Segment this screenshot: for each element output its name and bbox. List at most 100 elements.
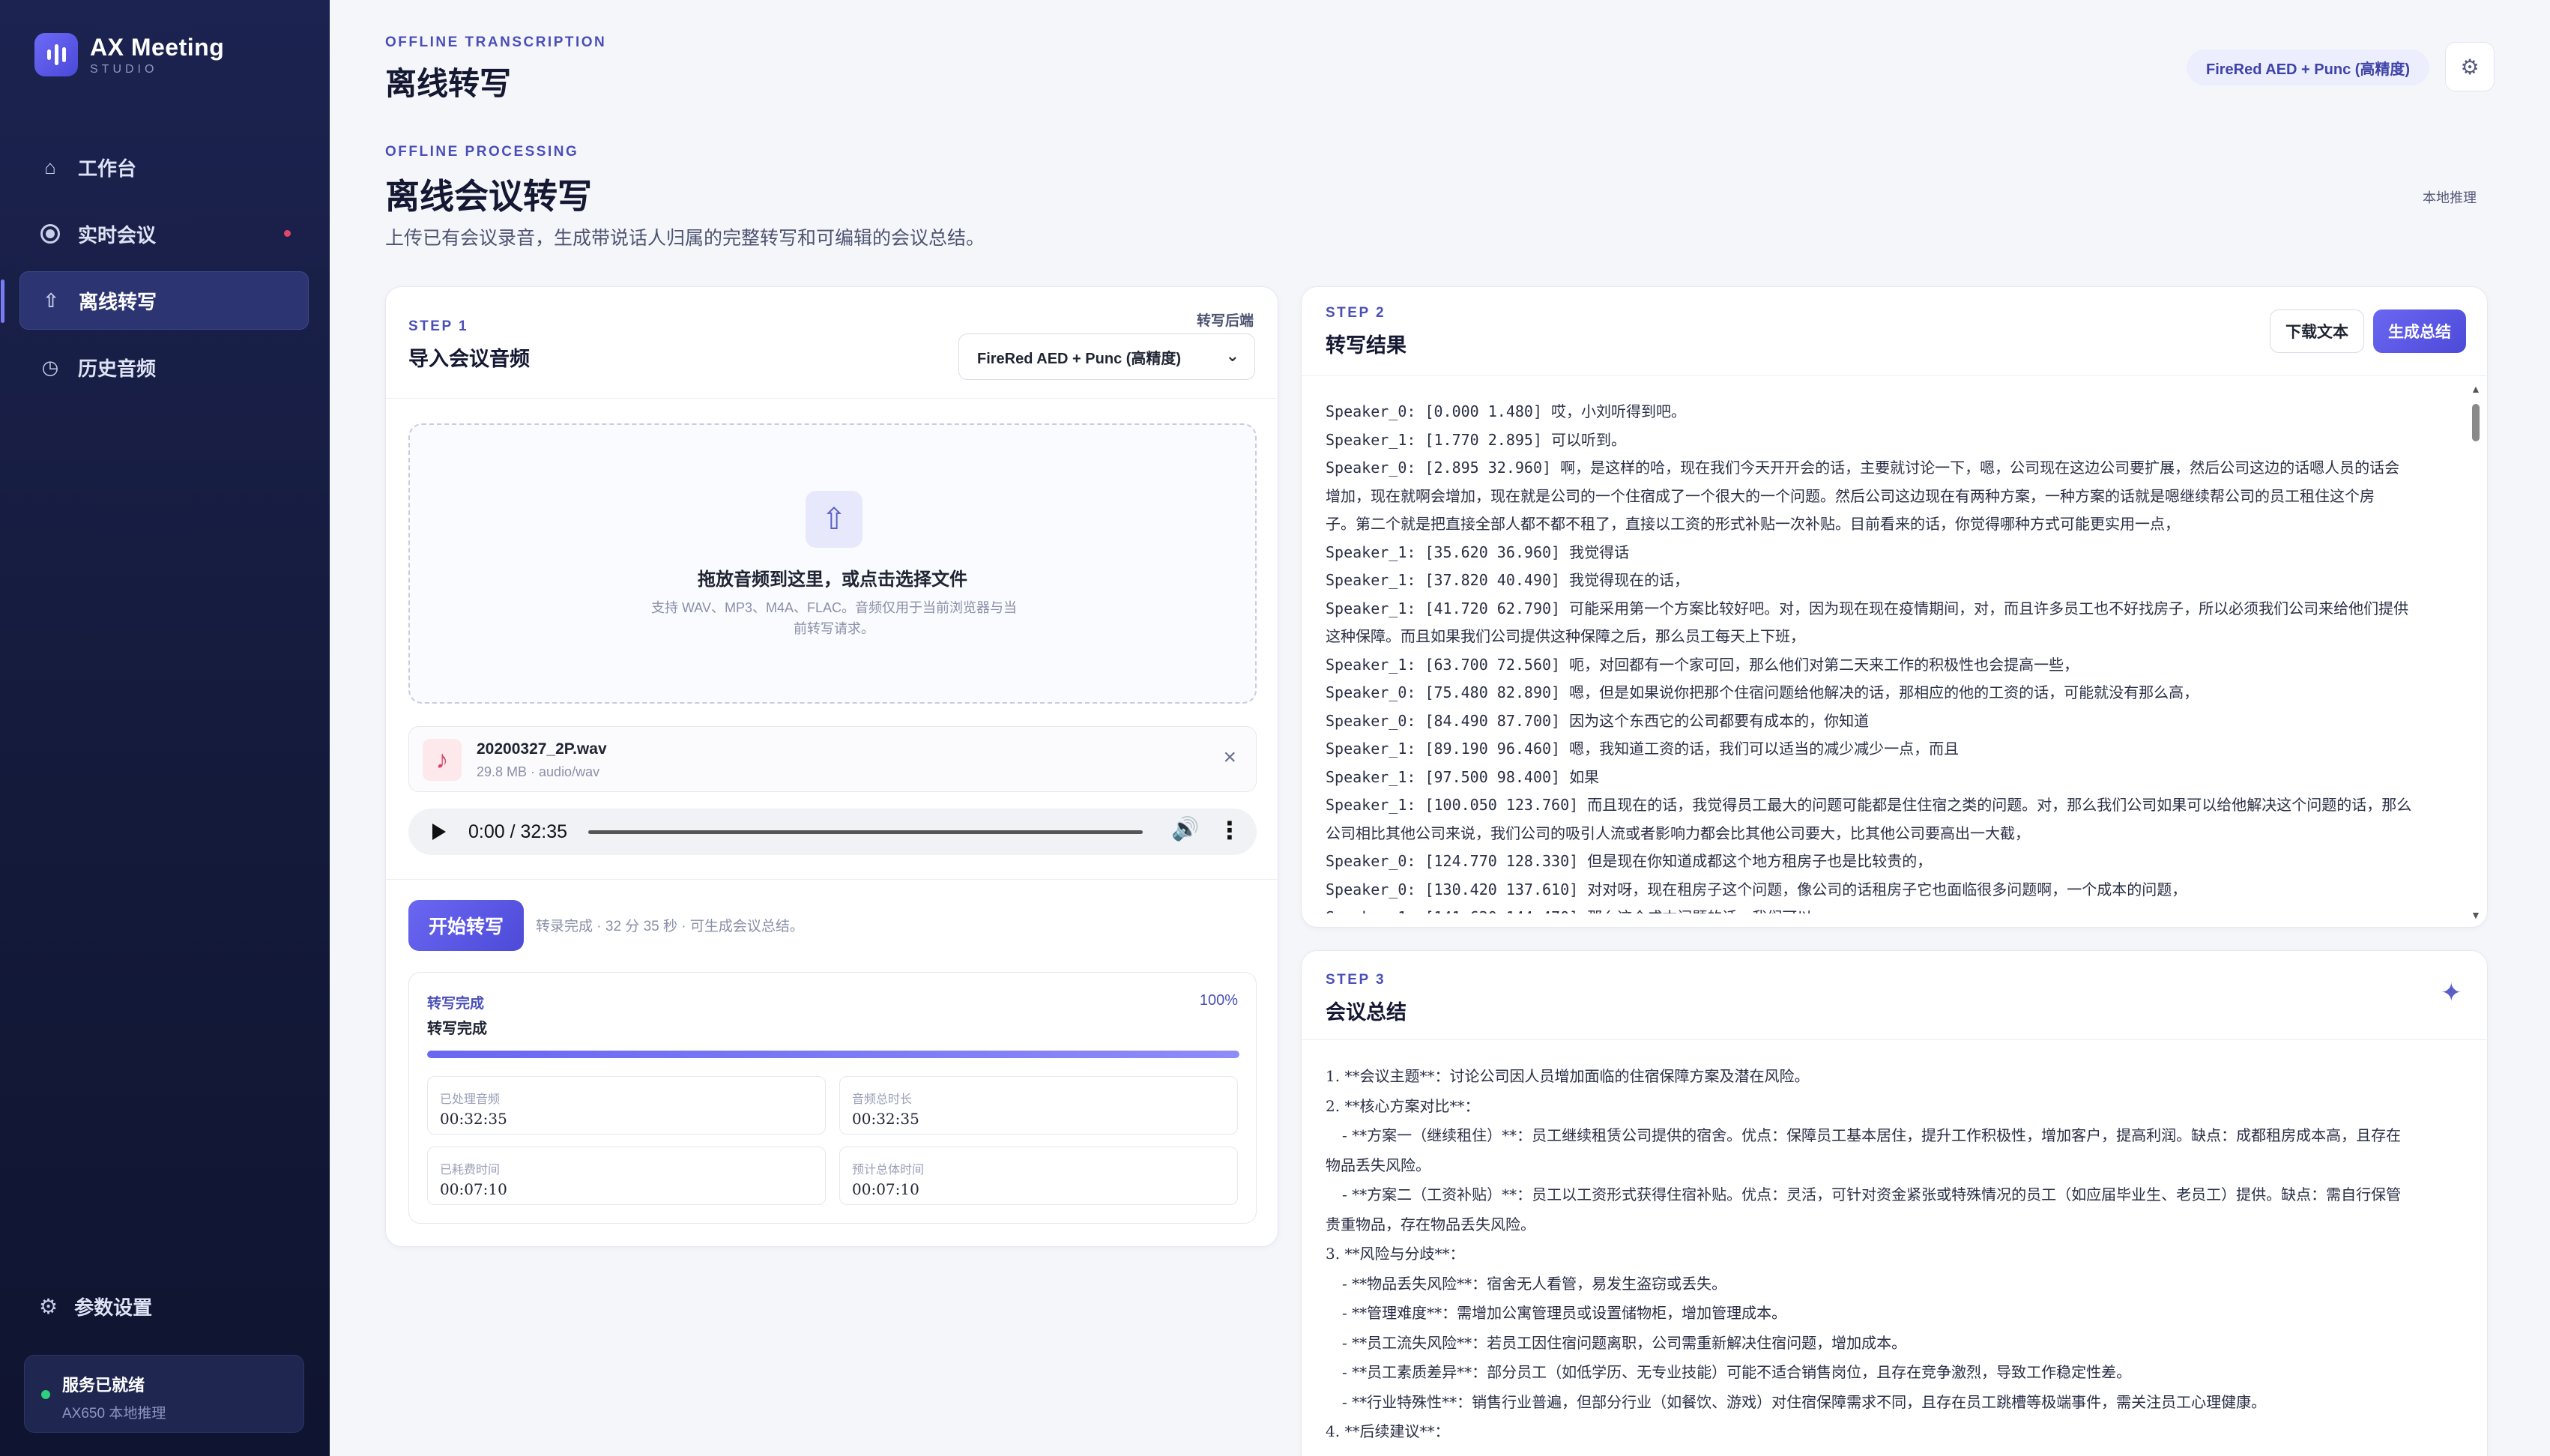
music-note-icon: ♪ xyxy=(423,739,462,781)
speaker-timestamp: Speaker_0: [0.000 1.480] xyxy=(1326,402,1552,420)
chevron-down-icon: ⌄ xyxy=(1225,346,1239,365)
sidebar-item-history-audio[interactable]: ◷ 历史音频 xyxy=(19,338,309,396)
audio-dropzone[interactable]: ⇧ 拖放音频到这里，或点击选择文件 支持 WAV、MP3、M4A、FLAC。音频… xyxy=(408,423,1257,704)
backend-label: 转写后端 xyxy=(1197,313,1254,329)
transcript-line: Speaker_0: [130.420 137.610] 对对呀，现在租房子这个… xyxy=(1326,876,2453,904)
intro-eyebrow: OFFLINE PROCESSING xyxy=(385,144,579,160)
summary-line: - **方案二（工资补贴）**：员工以工资形式获得住宿补贴。优点：灵活，可针对资… xyxy=(1342,1185,2402,1203)
speaker-timestamp: Speaker_1: [100.050 123.760] xyxy=(1326,796,1588,814)
speaker-timestamp: Speaker_0: [84.490 87.700] xyxy=(1326,711,1570,730)
audio-seek-bar[interactable] xyxy=(588,830,1143,834)
transcript-text[interactable]: Speaker_0: [0.000 1.480] 哎，小刘听得到吧。 Speake… xyxy=(1326,398,2453,913)
stat-total-duration: 音频总时长 00:32:35 xyxy=(839,1076,1238,1135)
more-options-icon[interactable]: ⋮ xyxy=(1218,816,1242,845)
upload-icon: ⇧ xyxy=(43,289,59,312)
download-text-button[interactable]: 下载文本 xyxy=(2270,309,2364,353)
transcript-line: 增加，现在就啊会增加，现在就是公司的一个住宿成了一个很大的一个问题。然后公司这边… xyxy=(1326,483,2453,511)
transcript-line-text: 公司相比其他公司来说，我们公司的吸引人流或者影响力都会比其他公司要大，比其他公司… xyxy=(1326,824,2030,842)
sidebar-item-label: 参数设置 xyxy=(74,1296,153,1319)
transcript-line-text: 哎，小刘听得到吧。 xyxy=(1551,402,1687,420)
divider xyxy=(386,879,1279,880)
backend-select[interactable]: FireRed AED + Punc (高精度) ⌄ xyxy=(958,333,1255,380)
scroll-up-icon[interactable]: ▲ xyxy=(2471,383,2481,395)
stat-label: 已处理音频 xyxy=(440,1093,501,1106)
transcript-line-text: 增加，现在就啊会增加，现在就是公司的一个住宿成了一个很大的一个问题。然后公司这边… xyxy=(1326,486,2375,505)
transcript-line: Speaker_0: [2.895 32.960] 啊，是这样的哈，现在我们今天… xyxy=(1326,454,2453,483)
speaker-timestamp: Speaker_1: [89.190 96.460] xyxy=(1326,740,1570,758)
transcript-line-text: 我觉得话 xyxy=(1569,543,1630,561)
clock-icon: ◷ xyxy=(41,355,59,378)
progress-bar xyxy=(427,1051,1239,1058)
status-subtitle: AX650 本地推理 xyxy=(62,1406,166,1422)
speaker-timestamp: Speaker_1: [41.720 62.790] xyxy=(1326,599,1570,617)
brand: AX Meeting STUDIO xyxy=(34,33,224,76)
sidebar-item-workbench[interactable]: ⌂ 工作台 xyxy=(19,138,309,196)
service-status-card: 服务已就绪 AX650 本地推理 xyxy=(24,1355,304,1433)
remove-file-button[interactable]: × xyxy=(1223,745,1236,770)
stat-value: 00:07:10 xyxy=(852,1180,919,1198)
transcript-line-text: 如果 xyxy=(1569,767,1600,786)
step2-eyebrow: STEP 2 xyxy=(1326,305,1386,321)
volume-icon[interactable]: 🔊 xyxy=(1171,816,1199,842)
sidebar-nav: ⌂ 工作台 实时会议 ⇧ 离线转写 ◷ 历史音频 xyxy=(1,138,309,405)
transcript-line-text: 可能采用第一个方案比较好吧。对，因为现在现在疫情期间，对，而且许多员工也不好找房… xyxy=(1569,599,2409,617)
transcript-scrollbar[interactable]: ▲ ▼ xyxy=(2471,383,2481,921)
sidebar-item-offline-transcription[interactable]: ⇧ 离线转写 xyxy=(1,271,309,330)
step1-import-card: STEP 1 导入会议音频 转写后端 FireRed AED + Punc (高… xyxy=(385,286,1279,1247)
sidebar-item-label: 实时会议 xyxy=(78,223,157,247)
stat-elapsed-time: 已耗费时间 00:07:10 xyxy=(427,1147,826,1205)
record-icon xyxy=(39,223,61,245)
step3-summary-card: STEP 3 会议总结 ✦ 1. **会议主题**：讨论公司因人员增加面临的住宿… xyxy=(1301,950,2489,1456)
transcript-line-text: 啊，是这样的哈，现在我们今天开开会的话，主要就讨论一下，嗯，公司现在这边公司要扩… xyxy=(1560,459,2400,477)
start-transcription-button[interactable]: 开始转写 xyxy=(408,900,524,951)
sidebar-item-settings[interactable]: ⚙ 参数设置 xyxy=(39,1293,152,1320)
play-icon[interactable] xyxy=(432,824,446,840)
progress-label: 转写完成 xyxy=(427,996,485,1012)
transcript-line-text: 可以听到。 xyxy=(1551,430,1627,449)
dropzone-description: 支持 WAV、MP3、M4A、FLAC。音频仅用于当前浏览器与当前转写请求。 xyxy=(650,600,1018,636)
step2-title: 转写结果 xyxy=(1326,334,1407,357)
transcript-line: Speaker_1: [141.620 144.470] 那么这个成本问题的话，… xyxy=(1326,904,2453,913)
selected-file-row: ♪ 20200327_2P.wav 29.8 MB · audio/wav × xyxy=(408,726,1257,792)
transcript-line: Speaker_1: [35.620 36.960] 我觉得话 xyxy=(1326,539,2453,567)
summary-line: 4. **后续建议**： xyxy=(1326,1422,1450,1440)
transcript-line-text: 这种保障。而且如果我们公司提供这种保障之后，那么员工每天上下班， xyxy=(1326,627,1805,645)
summary-line: - **管理难度**：需增加公寓管理员或设置储物柜，增加管理成本。 xyxy=(1342,1304,1787,1322)
summary-line: - **员工流失风险**：若员工因住宿问题离职，公司需重新解决住宿问题，增加成本… xyxy=(1342,1333,1907,1352)
status-dot xyxy=(41,1390,50,1399)
stat-value: 00:07:10 xyxy=(440,1180,507,1198)
transcript-line-text: 但是现在你知道成都这个地方租房子也是比较贵的， xyxy=(1587,852,1933,870)
summary-text[interactable]: 1. **会议主题**：讨论公司因人员增加面临的住宿保障方案及潜在风险。 2. *… xyxy=(1326,1062,2465,1447)
sidebar-item-live-meeting[interactable]: 实时会议 xyxy=(19,205,309,263)
speaker-timestamp: Speaker_0: [130.420 137.610] xyxy=(1326,880,1588,898)
scroll-down-icon[interactable]: ▼ xyxy=(2471,909,2481,921)
stat-value: 00:32:35 xyxy=(852,1110,919,1128)
transcript-line: Speaker_1: [100.050 123.760] 而且现在的话，我觉得员… xyxy=(1326,791,2453,820)
model-badge: FireRed AED + Punc (高精度) xyxy=(2187,49,2430,85)
summary-line: 2. **核心方案对比**： xyxy=(1326,1096,1480,1115)
backend-select-value: FireRed AED + Punc (高精度) xyxy=(977,350,1182,367)
dropzone-title: 拖放音频到这里，或点击选择文件 xyxy=(698,570,967,590)
sidebar-item-label: 工作台 xyxy=(78,157,137,180)
brand-sub: STUDIO xyxy=(90,62,158,76)
settings-button[interactable]: ⚙ xyxy=(2445,42,2495,91)
top-header: OFFLINE TRANSCRIPTION 离线转写 FireRed AED +… xyxy=(330,0,2550,120)
speaker-timestamp: Speaker_1: [141.620 144.470] xyxy=(1326,908,1587,913)
transcript-line: Speaker_1: [63.700 72.560] 呃，对回都有一个家可回，那… xyxy=(1326,651,2453,680)
step1-eyebrow: STEP 1 xyxy=(408,318,469,334)
scroll-thumb[interactable] xyxy=(2472,404,2480,441)
transcription-status-note: 转录完成 · 32 分 35 秒 · 可生成会议总结。 xyxy=(536,919,804,934)
transcript-line-text: 嗯，但是如果说你把那个住宿问题给他解决的话，那相应的他的工资的话，可能就没有那么… xyxy=(1569,683,2199,701)
transcript-line-text: 子。第二个就是把直接全部人都不都不租了，直接以工资的形式补贴一次补贴。目前看来的… xyxy=(1326,515,2180,533)
section-title: 离线会议转写 xyxy=(385,177,592,216)
stat-value: 00:32:35 xyxy=(440,1110,507,1128)
transcript-line: Speaker_1: [89.190 96.460] 嗯，我知道工资的话，我们可… xyxy=(1326,735,2453,764)
speaker-timestamp: Speaker_1: [97.500 98.400] xyxy=(1326,767,1570,786)
summary-line: - **员工素质差异**：部分员工（如低学历、无专业技能）可能不适合销售岗位，且… xyxy=(1342,1363,2132,1381)
speaker-timestamp: Speaker_0: [2.895 32.960] xyxy=(1326,459,1561,477)
step2-result-card: STEP 2 转写结果 下载文本 生成总结 Speaker_0: [0.000 … xyxy=(1301,286,2489,928)
stat-label: 预计总体时间 xyxy=(852,1164,925,1176)
audio-player: 0:00 / 32:35 🔊 ⋮ xyxy=(408,809,1257,855)
stat-label: 音频总时长 xyxy=(852,1093,913,1106)
generate-summary-button[interactable]: 生成总结 xyxy=(2373,309,2466,353)
